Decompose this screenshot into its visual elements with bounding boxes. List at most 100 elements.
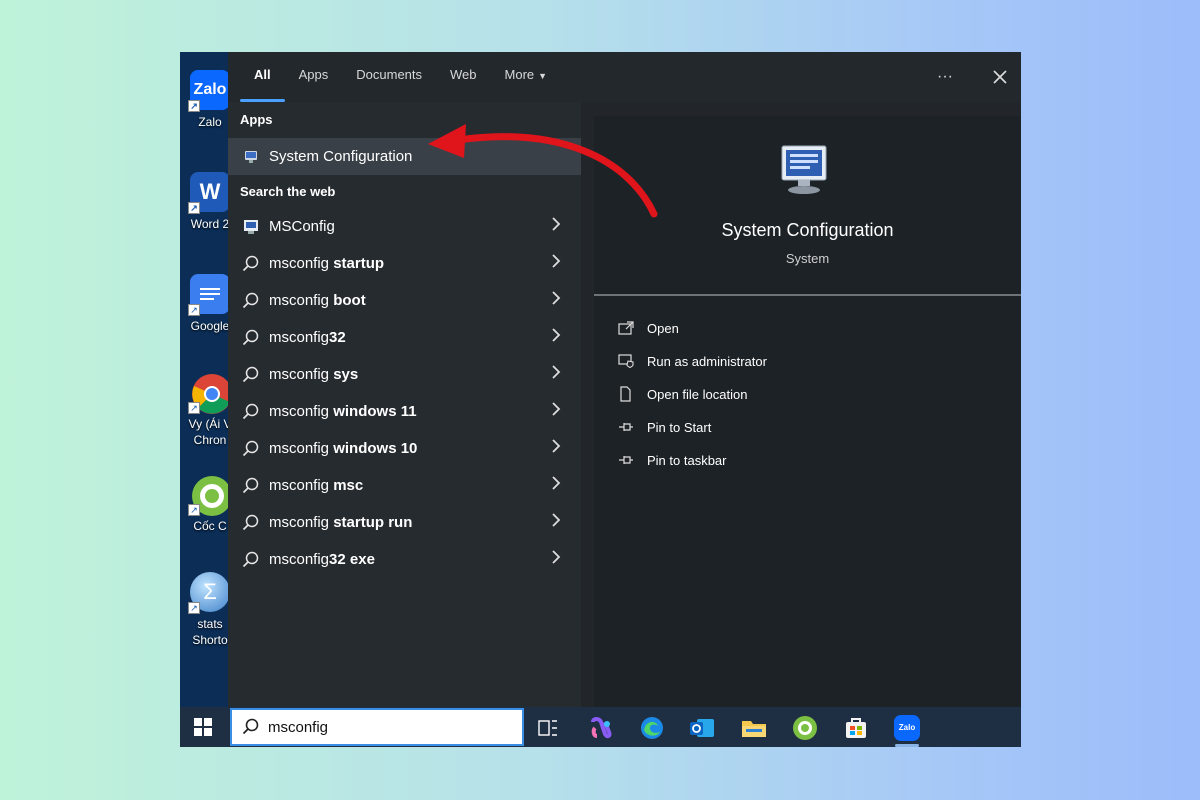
web-result-suggestion: sys xyxy=(333,366,359,383)
web-result[interactable]: msconfig msc xyxy=(228,467,581,504)
windows-logo-icon xyxy=(194,718,202,726)
taskbar-search-box[interactable] xyxy=(230,708,524,746)
web-result[interactable]: msconfig boot xyxy=(228,282,581,319)
start-button[interactable] xyxy=(194,718,212,736)
web-result-query: msconfig xyxy=(269,292,334,309)
web-result-query: msconfig xyxy=(269,329,330,346)
web-result-suggestion: 32 xyxy=(329,329,346,346)
tab-apps[interactable]: Apps xyxy=(285,52,343,102)
web-result[interactable]: msconfig startup xyxy=(228,245,581,282)
zalo-icon: Zalo ↗ xyxy=(188,70,230,112)
google-docs-icon: ↗ xyxy=(188,274,230,316)
web-result-suggestion: windows 10 xyxy=(333,440,418,457)
action-open[interactable]: Open xyxy=(618,316,679,340)
web-result[interactable]: msconfig32 xyxy=(228,319,581,356)
web-result[interactable]: msconfig windows 10 xyxy=(228,430,581,467)
web-result-query: msconfig xyxy=(269,440,334,457)
caret-down-icon: ▼ xyxy=(538,71,548,81)
ellipsis-icon: ··· xyxy=(937,68,953,85)
action-pin-to-start[interactable]: Pin to Start xyxy=(618,415,711,439)
close-button[interactable] xyxy=(985,62,1015,92)
web-result-label: msconfig32 xyxy=(269,329,346,346)
search-header: All Apps Documents Web More ▼ ··· xyxy=(228,52,1021,102)
msconfig-app-icon xyxy=(240,216,262,238)
chevron-right-icon xyxy=(551,365,561,382)
search-icon xyxy=(240,364,262,386)
tab-documents[interactable]: Documents xyxy=(342,52,436,102)
chevron-right-icon xyxy=(551,476,561,493)
search-tabs: All Apps Documents Web More ▼ xyxy=(240,52,561,102)
web-result-query: MSConfig xyxy=(269,218,335,235)
store-icon xyxy=(846,718,866,738)
task-view-button[interactable] xyxy=(534,714,562,742)
taskbar: Zalo xyxy=(180,707,1021,747)
web-results: MSConfig msconfig startup msconfig boot msc… xyxy=(228,208,581,578)
web-result-label: msconfig startup run xyxy=(269,514,412,531)
web-result-label: msconfig sys xyxy=(269,366,358,383)
web-result-suggestion: boot xyxy=(333,292,366,309)
action-pin-to-taskbar[interactable]: Pin to taskbar xyxy=(618,448,727,472)
web-result[interactable]: msconfig windows 11 xyxy=(228,393,581,430)
copilot-button[interactable] xyxy=(587,714,615,742)
shield-icon xyxy=(618,354,638,368)
search-icon xyxy=(240,253,262,275)
store-button[interactable] xyxy=(842,714,870,742)
annotation-arrow xyxy=(428,124,658,218)
file-explorer-icon xyxy=(742,721,766,737)
web-result[interactable]: msconfig sys xyxy=(228,356,581,393)
web-result-suggestion: msc xyxy=(333,477,364,494)
coccoc-icon xyxy=(793,716,817,740)
web-result-label: msconfig windows 11 xyxy=(269,403,417,420)
more-options-button[interactable]: ··· xyxy=(930,62,960,92)
web-result-suggestion: startup run xyxy=(333,514,413,531)
chevron-right-icon xyxy=(551,439,561,456)
web-result-query: msconfig xyxy=(269,477,334,494)
detail-title: System Configuration xyxy=(721,220,894,240)
chevron-right-icon xyxy=(551,513,561,530)
web-result-query: msconfig xyxy=(269,255,334,272)
file-location-icon xyxy=(618,386,638,402)
tab-more[interactable]: More ▼ xyxy=(491,52,562,102)
chevron-right-icon xyxy=(551,402,561,419)
web-result-query: msconfig xyxy=(269,514,334,531)
chevron-right-icon xyxy=(551,254,561,271)
coccoc-icon: ↗ xyxy=(188,474,232,516)
chevron-right-icon xyxy=(551,550,561,567)
edge-icon xyxy=(641,717,663,739)
web-result-label: msconfig boot xyxy=(269,292,366,309)
detail-subtitle: System xyxy=(785,251,830,266)
tab-web[interactable]: Web xyxy=(436,52,491,102)
web-result[interactable]: msconfig32 exe xyxy=(228,541,581,578)
stats-icon: Σ ↗ xyxy=(188,572,230,614)
zalo-taskbar-button[interactable]: Zalo xyxy=(893,714,921,742)
chevron-right-icon xyxy=(551,217,561,234)
search-icon xyxy=(240,512,262,534)
web-result-label: msconfig startup xyxy=(269,255,384,272)
web-result[interactable]: msconfig startup run xyxy=(228,504,581,541)
chevron-right-icon xyxy=(551,291,561,308)
file-explorer-button[interactable] xyxy=(740,714,768,742)
search-icon xyxy=(240,438,262,460)
search-icon xyxy=(240,475,262,497)
copilot-icon xyxy=(591,717,612,739)
start-search-panel: All Apps Documents Web More ▼ ··· Apps Sy… xyxy=(228,52,1021,707)
action-run-as-administrator[interactable]: Run as administrator xyxy=(618,349,767,373)
web-result-query: msconfig xyxy=(269,551,330,568)
action-open-file-location[interactable]: Open file location xyxy=(618,382,747,406)
web-result-suggestion: 32 exe xyxy=(329,551,375,568)
web-result-query: msconfig xyxy=(269,403,334,420)
coccoc-taskbar-button[interactable] xyxy=(791,714,819,742)
tab-all[interactable]: All xyxy=(240,52,285,102)
web-result-label: msconfig32 exe xyxy=(269,551,375,568)
active-app-indicator xyxy=(895,744,919,747)
search-icon xyxy=(240,401,262,423)
web-result-query: msconfig xyxy=(269,366,334,383)
search-icon xyxy=(240,290,262,312)
outlook-button[interactable] xyxy=(688,714,716,742)
search-icon xyxy=(240,327,262,349)
best-match-label: System Configuration xyxy=(269,148,413,165)
pin-icon xyxy=(618,420,638,434)
search-input[interactable] xyxy=(268,718,498,736)
edge-button[interactable] xyxy=(638,714,666,742)
web-result-label: msconfig msc xyxy=(269,477,363,494)
